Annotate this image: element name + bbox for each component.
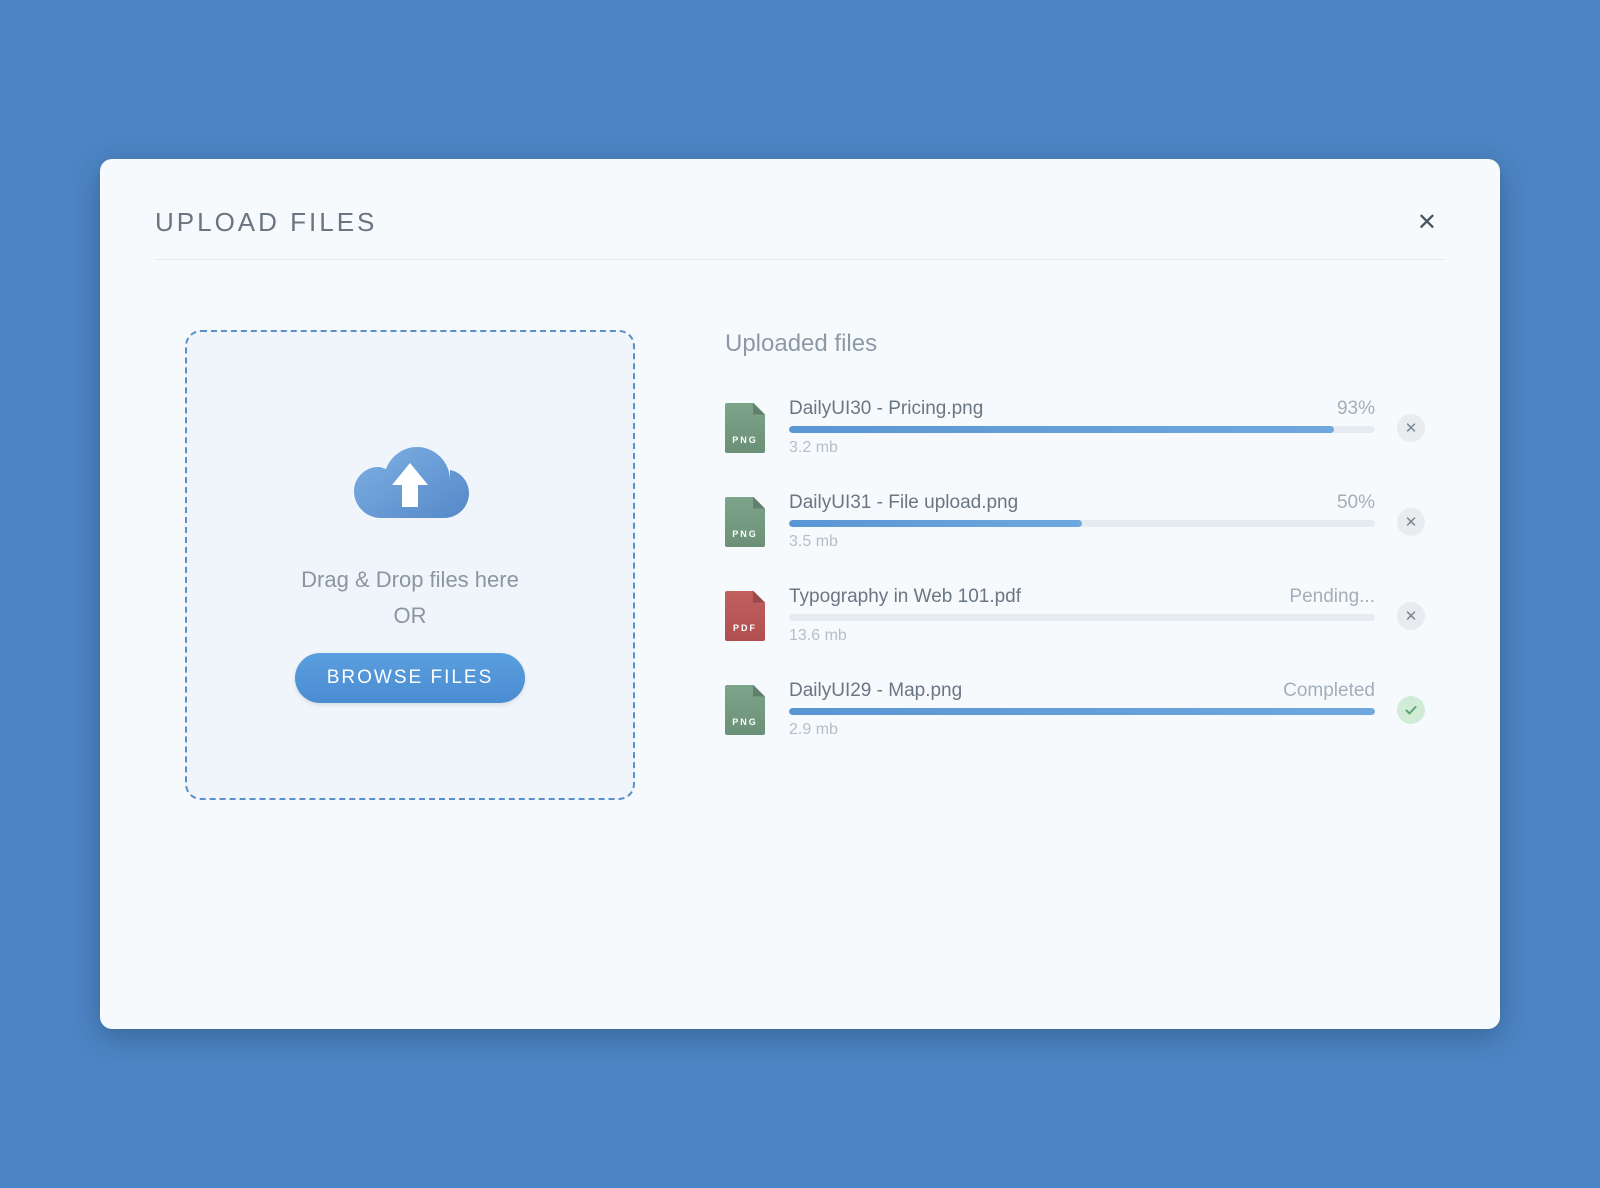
upload-modal: UPLOAD FILES ✕ Drag & Dr xyxy=(100,159,1500,1029)
cloud-upload-icon xyxy=(340,427,480,532)
file-top-row: DailyUI29 - Map.png Completed xyxy=(789,680,1375,702)
dropzone-text: Drag & Drop files here OR xyxy=(301,562,519,632)
file-details: DailyUI31 - File upload.png 50% 3.5 mb xyxy=(789,492,1375,551)
complete-indicator[interactable] xyxy=(1397,696,1425,724)
file-type-icon: PDF xyxy=(725,591,765,641)
file-size: 13.6 mb xyxy=(789,627,1375,645)
file-row: PNG DailyUI29 - Map.png Completed 2.9 mb xyxy=(725,680,1425,739)
file-row: PDF Typography in Web 101.pdf Pending... 13… xyxy=(725,586,1425,645)
files-section-title: Uploaded files xyxy=(725,330,1425,358)
file-type-label: PDF xyxy=(725,623,765,633)
x-icon: ✕ xyxy=(1405,513,1418,531)
progress-bar xyxy=(789,708,1375,715)
file-type-icon: PNG xyxy=(725,403,765,453)
file-name: DailyUI31 - File upload.png xyxy=(789,492,1018,514)
file-type-label: PNG xyxy=(725,435,765,445)
file-top-row: DailyUI31 - File upload.png 50% xyxy=(789,492,1375,514)
dropzone-line2: OR xyxy=(301,598,519,633)
browse-files-button[interactable]: BROWSE FILES xyxy=(295,653,526,703)
file-status: 50% xyxy=(1337,492,1375,514)
x-icon: ✕ xyxy=(1405,419,1418,437)
progress-bar xyxy=(789,614,1375,621)
file-row: PNG DailyUI30 - Pricing.png 93% 3.2 mb ✕ xyxy=(725,398,1425,457)
file-name: Typography in Web 101.pdf xyxy=(789,586,1021,608)
files-list: PNG DailyUI30 - Pricing.png 93% 3.2 mb ✕ PNG D… xyxy=(725,398,1425,739)
file-details: Typography in Web 101.pdf Pending... 13.6 … xyxy=(789,586,1375,645)
file-type-label: PNG xyxy=(725,717,765,727)
files-section: Uploaded files PNG DailyUI30 - Pricing.pn… xyxy=(725,330,1445,800)
close-icon: ✕ xyxy=(1417,209,1437,236)
file-details: DailyUI29 - Map.png Completed 2.9 mb xyxy=(789,680,1375,739)
progress-fill xyxy=(789,520,1082,527)
cancel-upload-button[interactable]: ✕ xyxy=(1397,508,1425,536)
file-name: DailyUI30 - Pricing.png xyxy=(789,398,983,420)
file-type-label: PNG xyxy=(725,529,765,539)
progress-fill xyxy=(789,426,1334,433)
file-top-row: DailyUI30 - Pricing.png 93% xyxy=(789,398,1375,420)
file-status: Pending... xyxy=(1289,586,1375,608)
modal-body: Drag & Drop files here OR BROWSE FILES U… xyxy=(155,260,1445,800)
progress-fill xyxy=(789,708,1375,715)
progress-bar xyxy=(789,520,1375,527)
dropzone-line1: Drag & Drop files here xyxy=(301,562,519,597)
file-row: PNG DailyUI31 - File upload.png 50% 3.5 mb ✕ xyxy=(725,492,1425,551)
file-status: Completed xyxy=(1283,680,1375,702)
file-status: 93% xyxy=(1337,398,1375,420)
dropzone[interactable]: Drag & Drop files here OR BROWSE FILES xyxy=(185,330,635,800)
file-name: DailyUI29 - Map.png xyxy=(789,680,962,702)
file-type-icon: PNG xyxy=(725,497,765,547)
progress-bar xyxy=(789,426,1375,433)
close-button[interactable]: ✕ xyxy=(1409,204,1445,241)
file-size: 3.2 mb xyxy=(789,439,1375,457)
file-top-row: Typography in Web 101.pdf Pending... xyxy=(789,586,1375,608)
cancel-upload-button[interactable]: ✕ xyxy=(1397,602,1425,630)
file-size: 3.5 mb xyxy=(789,533,1375,551)
x-icon: ✕ xyxy=(1405,607,1418,625)
check-icon xyxy=(1404,703,1418,717)
modal-header: UPLOAD FILES ✕ xyxy=(155,204,1445,260)
file-type-icon: PNG xyxy=(725,685,765,735)
cancel-upload-button[interactable]: ✕ xyxy=(1397,414,1425,442)
file-size: 2.9 mb xyxy=(789,721,1375,739)
file-details: DailyUI30 - Pricing.png 93% 3.2 mb xyxy=(789,398,1375,457)
modal-title: UPLOAD FILES xyxy=(155,207,377,238)
